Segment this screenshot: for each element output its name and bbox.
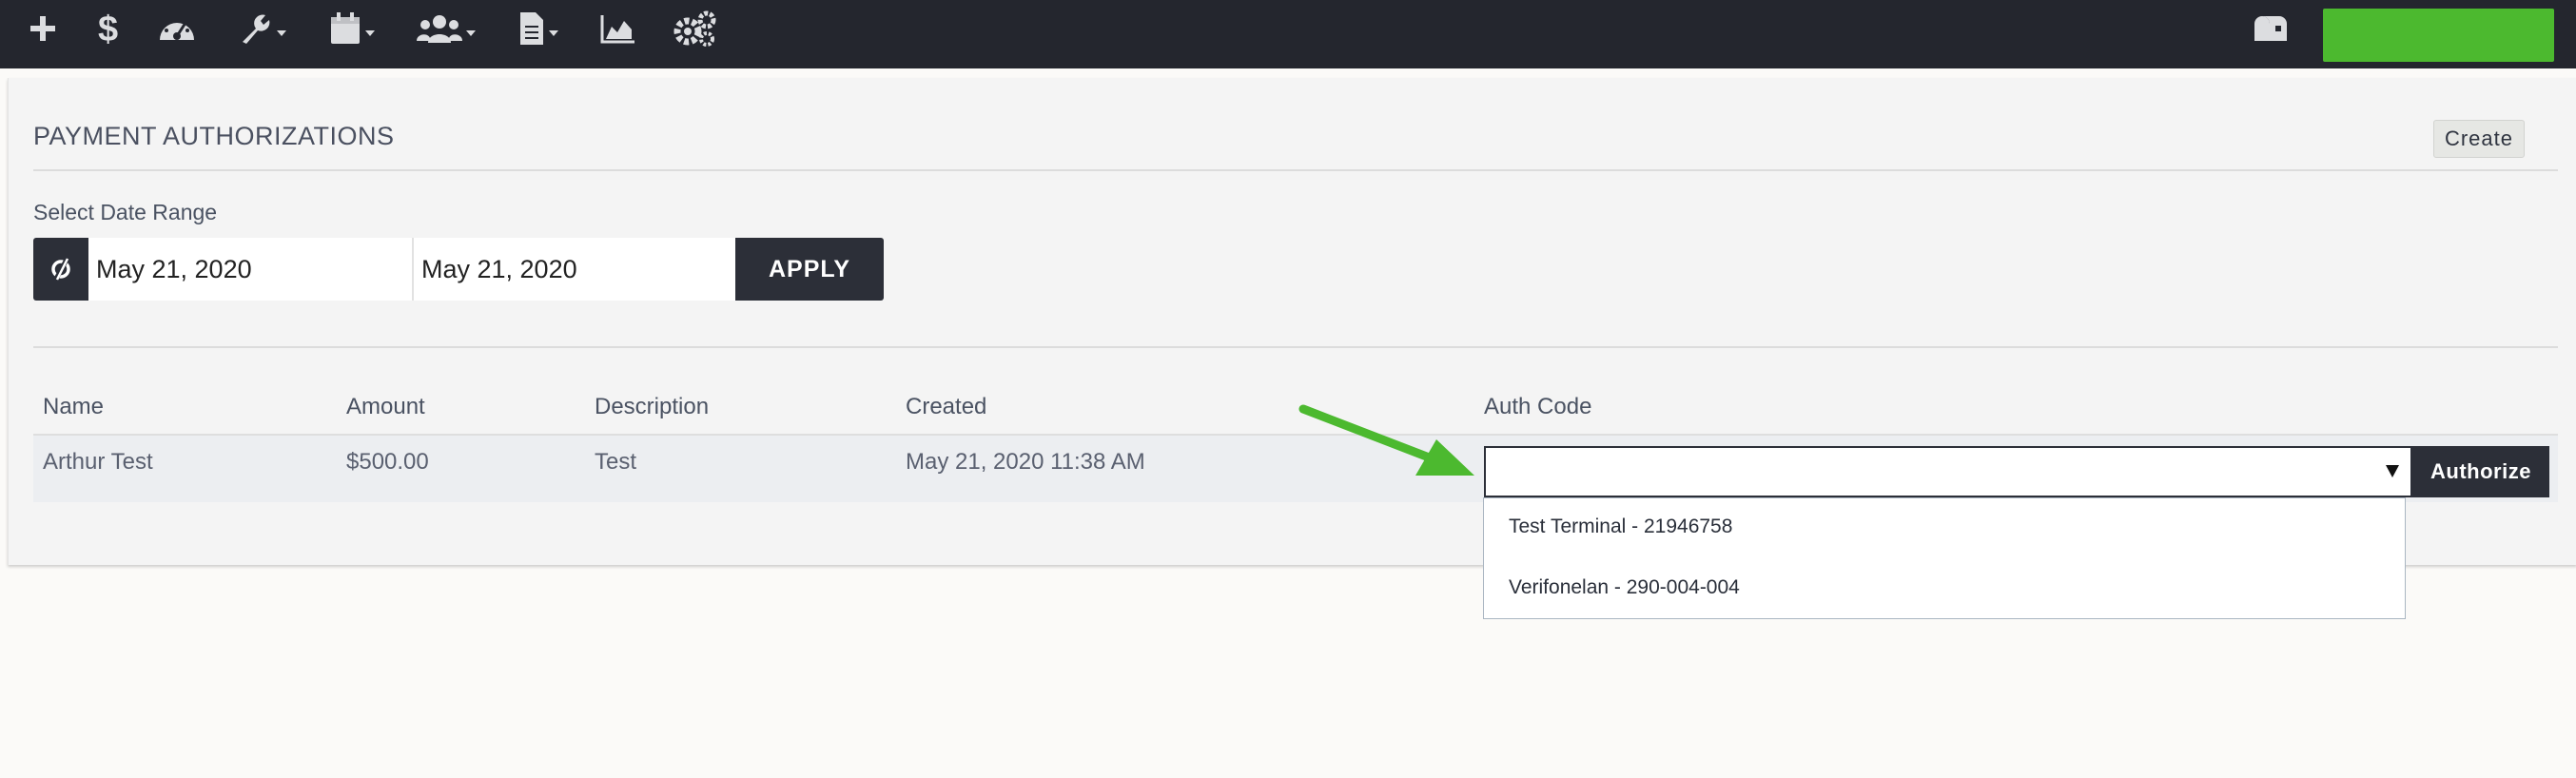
- column-header-name[interactable]: Name: [43, 394, 104, 420]
- dashboard-icon[interactable]: [156, 8, 198, 49]
- date-range-control: APPLY: [33, 238, 884, 301]
- refresh-icon: [51, 256, 70, 282]
- auth-code-dropdown-list: Test Terminal - 21946758 Verifonelan - 2…: [1483, 497, 2406, 619]
- authorize-button[interactable]: Authorize: [2412, 446, 2549, 497]
- gears-icon[interactable]: [672, 8, 717, 49]
- chevron-down-icon: [2386, 465, 2399, 477]
- calendar-icon[interactable]: [325, 8, 379, 49]
- account-button[interactable]: [2323, 9, 2554, 62]
- apply-button[interactable]: APPLY: [735, 238, 884, 301]
- document-icon[interactable]: [516, 8, 561, 49]
- chevron-down-icon: [549, 30, 558, 36]
- column-header-auth-code[interactable]: Auth Code: [1484, 394, 1591, 420]
- filter-divider: [33, 346, 2558, 348]
- end-date-input[interactable]: [412, 238, 735, 301]
- page-title: PAYMENT AUTHORIZATIONS: [33, 122, 395, 150]
- chart-icon[interactable]: [599, 8, 637, 49]
- chevron-down-icon: [365, 30, 375, 36]
- chevron-down-icon: [466, 30, 476, 36]
- users-icon[interactable]: [415, 8, 478, 49]
- dropdown-option-verifonelan[interactable]: Verifonelan - 290-004-004: [1509, 576, 1740, 599]
- payment-authorizations-panel: PAYMENT AUTHORIZATIONS Create Select Dat…: [8, 78, 2576, 565]
- column-header-description[interactable]: Description: [595, 394, 709, 420]
- title-divider: [33, 169, 2558, 171]
- dollar-icon[interactable]: $: [93, 8, 124, 49]
- mailbox-icon[interactable]: [2251, 8, 2291, 49]
- date-range-label: Select Date Range: [33, 200, 218, 224]
- top-nav-bar: $: [0, 0, 2576, 68]
- wrench-icon[interactable]: [234, 8, 291, 49]
- create-button[interactable]: Create: [2433, 120, 2525, 158]
- start-date-input[interactable]: [88, 238, 412, 301]
- plus-icon[interactable]: [25, 8, 61, 49]
- cell-amount: $500.00: [346, 449, 429, 475]
- column-header-amount[interactable]: Amount: [346, 394, 425, 420]
- cell-name: Arthur Test: [43, 449, 153, 475]
- column-header-created[interactable]: Created: [906, 394, 986, 420]
- cell-created: May 21, 2020 11:38 AM: [906, 449, 1145, 475]
- annotation-arrow-icon: [1298, 404, 1474, 476]
- dropdown-option-test-terminal[interactable]: Test Terminal - 21946758: [1509, 515, 1732, 538]
- svg-text:$: $: [98, 10, 118, 48]
- auth-code-select[interactable]: [1484, 446, 2412, 497]
- refresh-button[interactable]: [33, 238, 88, 301]
- chevron-down-icon: [277, 30, 286, 36]
- cell-description: Test: [595, 449, 637, 475]
